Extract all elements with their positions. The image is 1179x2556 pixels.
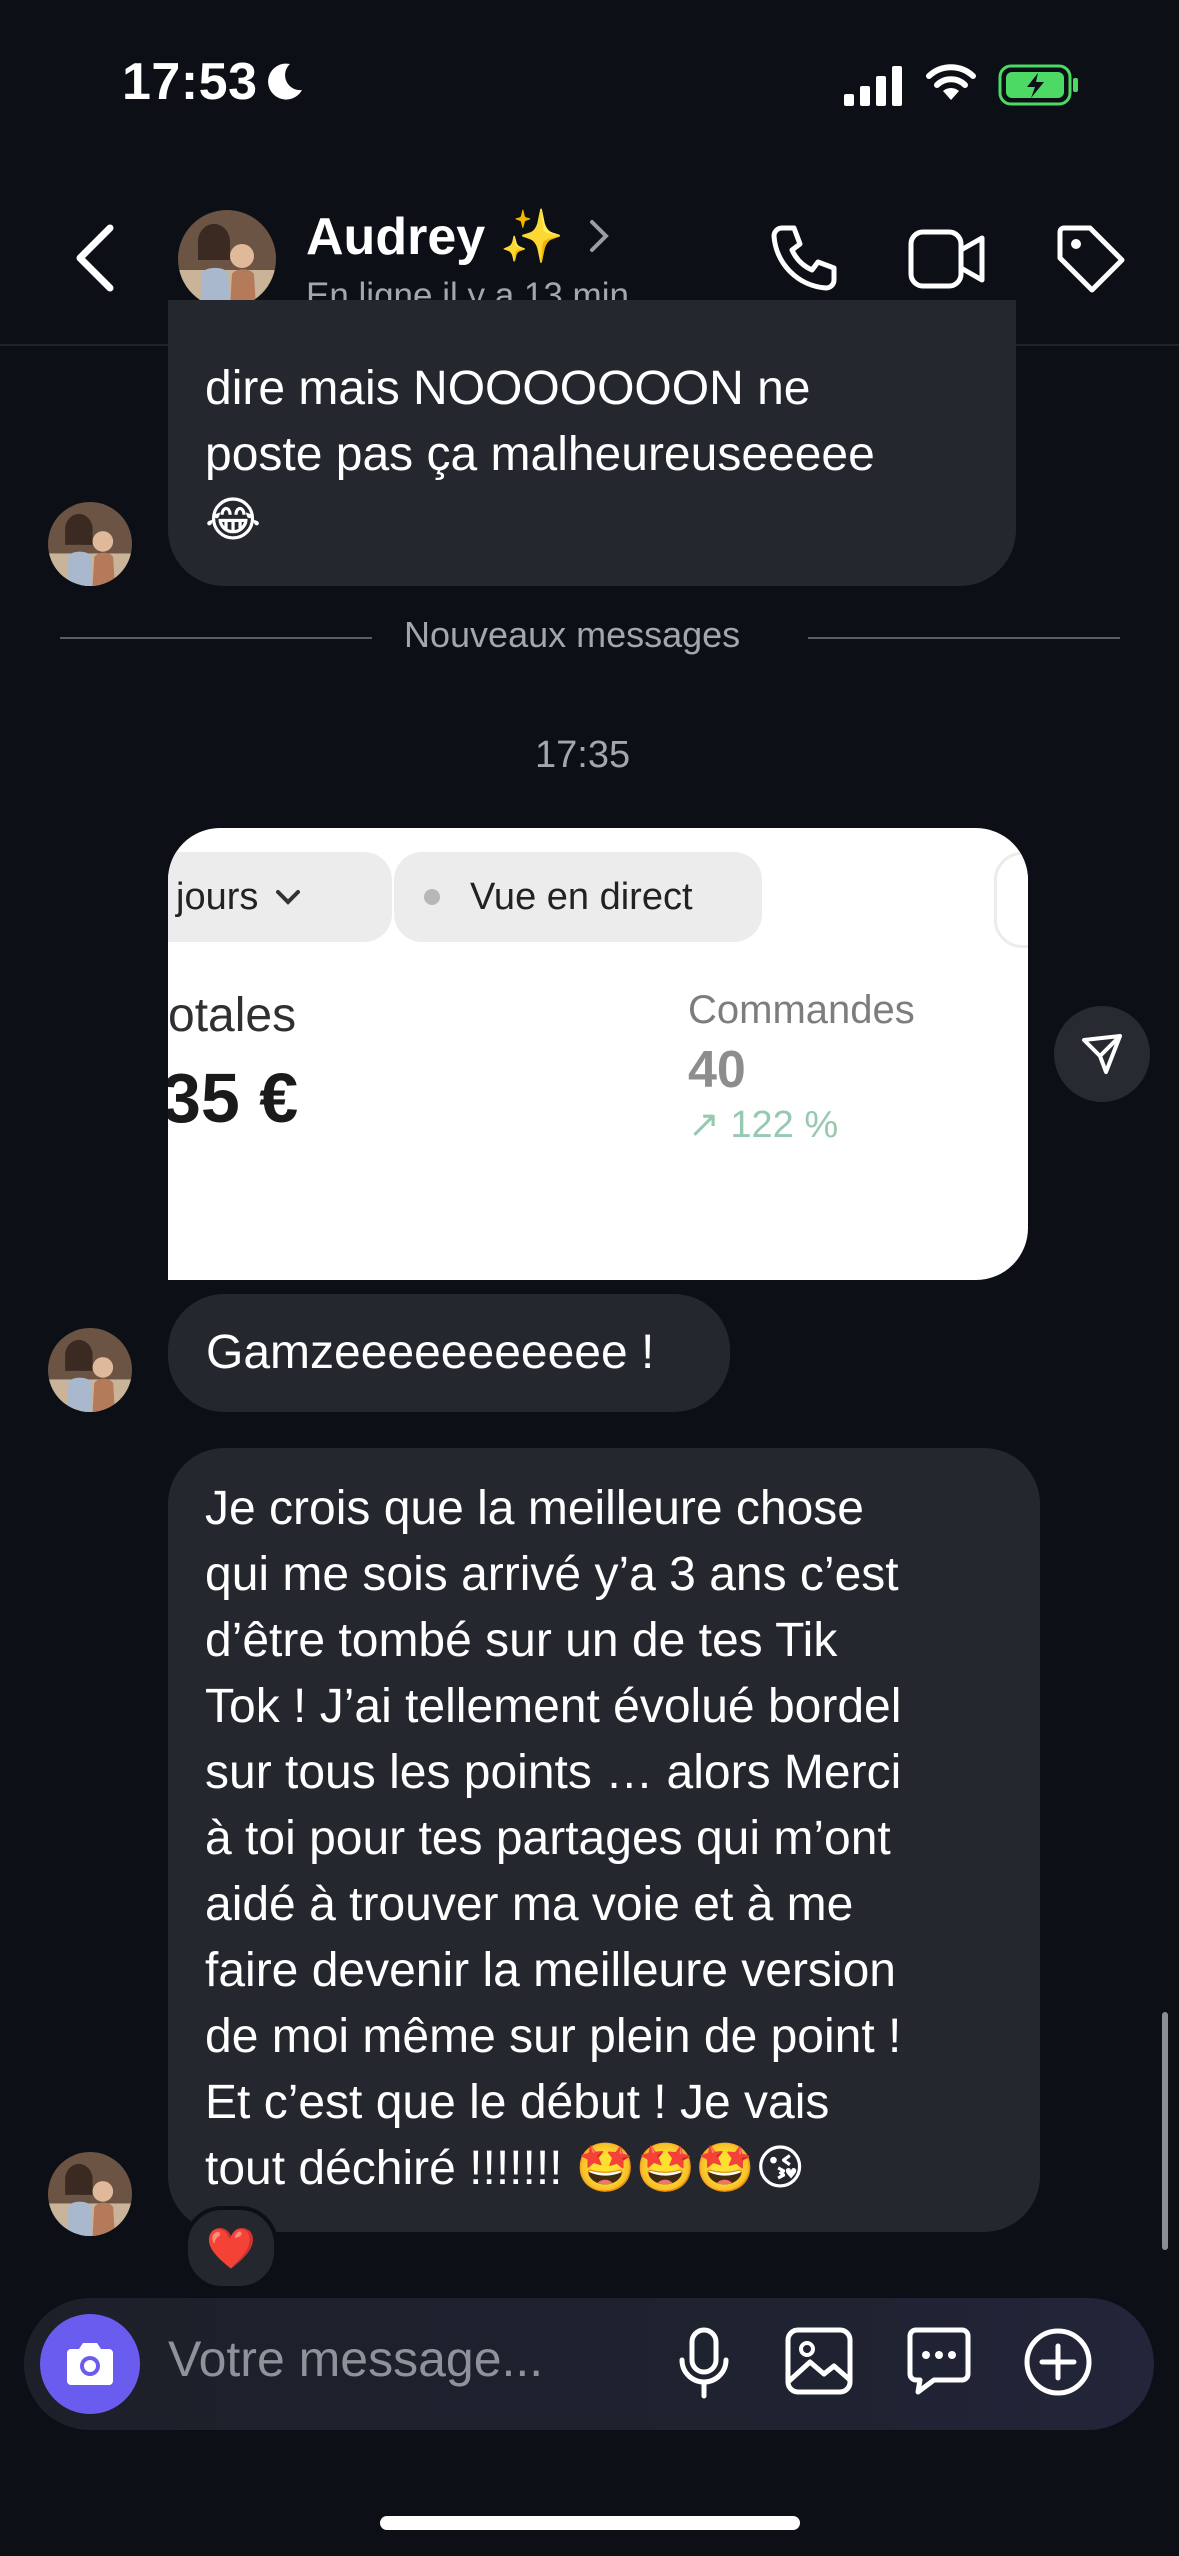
- tag-icon[interactable]: [1054, 222, 1128, 296]
- message-line: poste pas ça malheureuseeeee: [205, 428, 875, 481]
- avatar[interactable]: [48, 502, 132, 586]
- orders-change: ↗ 122 %: [688, 1104, 839, 1146]
- message-line: qui me sois arrivé y’a 3 ans c’est: [205, 1548, 899, 1601]
- wifi-icon: [926, 64, 976, 100]
- orders-label: Commandes: [688, 988, 915, 1032]
- avatar[interactable]: [178, 210, 276, 308]
- camera-icon: [67, 2343, 113, 2385]
- message-line: faire devenir la meilleure version: [205, 1944, 896, 1997]
- new-messages-label: Nouveaux messages: [404, 614, 741, 655]
- message-line: aidé à trouver ma voie et à me: [205, 1878, 854, 1931]
- chip-label: Vue en direct: [470, 875, 693, 918]
- chip-partial: [994, 852, 1028, 948]
- battery-icon: [998, 64, 1078, 106]
- chevron-right-icon[interactable]: [588, 218, 610, 254]
- camera-button[interactable]: [40, 2314, 140, 2414]
- orders-value: 40: [688, 1041, 746, 1099]
- message-text: Gamzeeeeeeeeeee !: [206, 1326, 655, 1379]
- status-time: 17:53: [122, 53, 258, 111]
- message-bubble[interactable]: Gamzeeeeeeeeeee !: [168, 1294, 730, 1412]
- message-line: à toi pour tes partages qui m’ont: [205, 1812, 891, 1865]
- reaction-badge[interactable]: ❤️: [184, 2206, 278, 2290]
- shared-media-card[interactable]: jours Vue en direct otales 35 € Commande…: [168, 828, 1028, 1280]
- home-indicator[interactable]: [380, 2516, 800, 2530]
- message-line: sur tous les points … alors Merci: [205, 1746, 902, 1799]
- divider-line: [60, 637, 372, 639]
- chip-label: jours: [176, 875, 259, 918]
- message-line: tout déchiré !!!!!!! 🤩🤩🤩😘: [205, 2142, 806, 2195]
- contact-name[interactable]: Audrey ✨: [306, 206, 564, 267]
- back-icon[interactable]: [72, 222, 116, 294]
- heart-icon: ❤️: [206, 2226, 256, 2271]
- message-text: Je crois que la meilleure chose qui me s…: [205, 1476, 1025, 2202]
- timestamp: 17:35: [535, 734, 631, 776]
- moon-icon: [268, 63, 302, 100]
- plus-icon[interactable]: [1022, 2326, 1094, 2398]
- divider-line: [808, 637, 1120, 639]
- message-line: d’être tombé sur un de tes Tik: [205, 1614, 838, 1667]
- share-icon: [1082, 1034, 1122, 1074]
- message-line: Et c’est que le début ! Je vais: [205, 2076, 830, 2129]
- avatar[interactable]: [48, 1328, 132, 1412]
- video-icon[interactable]: [908, 228, 986, 290]
- live-view-chip: Vue en direct: [394, 852, 762, 942]
- total-value: 35 €: [168, 1059, 299, 1137]
- scrollbar[interactable]: [1162, 2012, 1168, 2250]
- message-text: dire mais NOOOOOOON ne poste pas ça malh…: [205, 356, 995, 554]
- message-line: Je crois que la meilleure chose: [205, 1482, 864, 1535]
- total-label: otales: [168, 989, 297, 1042]
- message-input[interactable]: [168, 2330, 608, 2388]
- avatar[interactable]: [48, 2152, 132, 2236]
- sticker-icon[interactable]: [904, 2326, 974, 2396]
- phone-icon[interactable]: [768, 222, 840, 294]
- message-emoji: 😂: [205, 494, 262, 547]
- signal-icon: [844, 66, 902, 106]
- image-icon[interactable]: [784, 2326, 854, 2396]
- period-chip: jours: [168, 852, 392, 942]
- status-dot: [424, 889, 440, 905]
- message-line: dire mais NOOOOOOON ne: [205, 362, 811, 415]
- share-button[interactable]: [1054, 1006, 1150, 1102]
- message-line: de moi même sur plein de point !: [205, 2010, 902, 2063]
- microphone-icon[interactable]: [676, 2326, 732, 2402]
- message-line: Tok ! J’ai tellement évolué bordel: [205, 1680, 902, 1733]
- chevron-down-icon: [276, 890, 301, 905]
